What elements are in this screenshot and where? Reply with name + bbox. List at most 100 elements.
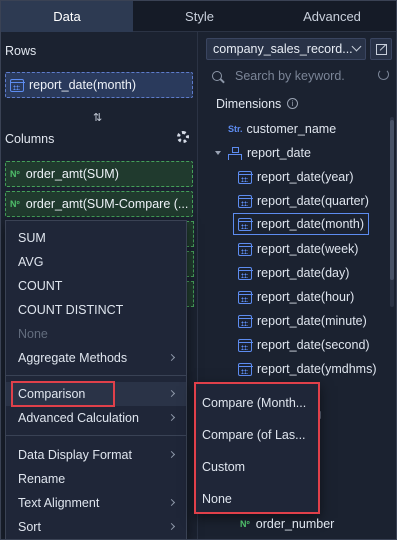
gear-icon[interactable]: [177, 131, 189, 143]
date-field-year[interactable]: report_date(year): [237, 167, 354, 187]
scrollbar-thumb[interactable]: [390, 120, 394, 280]
submenu-item-none[interactable]: None: [196, 484, 318, 514]
refresh-icon[interactable]: [378, 69, 389, 80]
menu-item-label: Text Alignment: [18, 496, 100, 510]
menu-item-aggregate-methods[interactable]: Aggregate Methods: [6, 346, 186, 370]
chevron-right-icon: [167, 450, 176, 459]
chevron-right-icon: [167, 498, 176, 507]
menu-item-sort[interactable]: Sort: [6, 515, 186, 539]
measure-field-order-number[interactable]: Nº order_number: [240, 515, 334, 533]
field-label: report_date(minute): [257, 314, 367, 328]
calendar-icon: [237, 194, 253, 208]
aggregation-menu: SUM AVG COUNT COUNT DISTINCT None Aggreg…: [5, 220, 187, 539]
calendar-icon: [237, 266, 253, 280]
tab-style[interactable]: Style: [133, 1, 266, 32]
chevron-right-icon: [167, 389, 176, 398]
menu-divider: [6, 435, 186, 436]
column-field-label: order_amt(SUM-Compare (...: [25, 197, 189, 211]
menu-item-advanced-calculation[interactable]: Advanced Calculation: [6, 406, 186, 430]
info-icon[interactable]: i: [287, 98, 298, 109]
swap-axes-icon[interactable]: ⇅: [93, 111, 102, 124]
calendar-icon: [237, 217, 253, 231]
row-field-chip[interactable]: report_date(month): [5, 72, 193, 98]
field-search: [206, 66, 391, 86]
date-field-minute[interactable]: report_date(minute): [237, 311, 367, 331]
chevron-right-icon: [167, 522, 176, 531]
column-field-chip-edge: [186, 251, 194, 277]
column-field-chip-2[interactable]: Nº order_amt(SUM-Compare (...: [5, 191, 193, 217]
caret-down-icon[interactable]: [215, 151, 221, 155]
measure-number-icon: Nº: [10, 199, 20, 209]
menu-item-label: Data Display Format: [18, 448, 132, 462]
column-field-chip-1[interactable]: Nº order_amt(SUM): [5, 161, 193, 187]
field-label: report_date(week): [257, 242, 359, 256]
calendar-icon: [237, 362, 253, 376]
date-field-ymdhms[interactable]: report_date(ymdhms): [237, 359, 377, 379]
tab-advanced[interactable]: Advanced: [266, 1, 396, 32]
string-type-icon: Str.: [228, 124, 243, 134]
measure-number-icon: Nº: [240, 519, 250, 529]
rows-title: Rows: [5, 44, 37, 58]
field-label: report_date(day): [257, 266, 350, 280]
dimension-field-customer-name[interactable]: Str. customer_name: [228, 119, 336, 139]
tab-bar: Data Style Advanced: [1, 1, 396, 32]
dimensions-title: Dimensions: [216, 97, 282, 111]
dimension-group-report-date[interactable]: report_date: [215, 143, 311, 163]
comparison-highlight-box: [11, 381, 115, 407]
submenu-item-custom[interactable]: Custom: [196, 452, 318, 482]
field-label: report_date(year): [257, 170, 354, 184]
field-label: report_date: [247, 146, 311, 160]
menu-item-sum[interactable]: SUM: [6, 226, 186, 250]
calendar-icon: [237, 242, 253, 256]
date-field-week[interactable]: report_date(week): [237, 239, 359, 259]
column-field-chip-edge: [186, 281, 194, 307]
menu-item-text-alignment[interactable]: Text Alignment: [6, 491, 186, 515]
calendar-icon: [237, 290, 253, 304]
menu-divider: [6, 375, 186, 376]
menu-item-rename[interactable]: Rename: [6, 467, 186, 491]
menu-item-label: Sort: [18, 520, 41, 534]
search-icon: [212, 71, 222, 81]
field-label: report_date(quarter): [257, 194, 369, 208]
column-field-label: order_amt(SUM): [25, 167, 119, 181]
date-field-quarter[interactable]: report_date(quarter): [237, 191, 369, 211]
date-field-second[interactable]: report_date(second): [237, 335, 370, 355]
calendar-icon: [237, 314, 253, 328]
dataset-select[interactable]: company_sales_record...: [206, 38, 366, 60]
date-field-hour[interactable]: report_date(hour): [237, 287, 355, 307]
columns-title: Columns: [5, 132, 55, 146]
chevron-right-icon: [167, 413, 176, 422]
dataset-name: company_sales_record...: [213, 42, 353, 56]
hierarchy-icon: [228, 146, 242, 160]
field-label: report_date(hour): [257, 290, 355, 304]
field-label: order_number: [255, 517, 335, 531]
chart-config-panel: Data Style Advanced Rows report_date(mon…: [0, 0, 397, 540]
tab-data[interactable]: Data: [1, 1, 133, 32]
edit-dataset-button[interactable]: [370, 38, 392, 60]
chevron-down-icon: [351, 41, 362, 52]
field-label: report_date(month): [257, 217, 365, 231]
menu-item-data-display-format[interactable]: Data Display Format: [6, 443, 186, 467]
field-label: customer_name: [246, 122, 337, 136]
menu-item-count[interactable]: COUNT: [6, 274, 186, 298]
menu-item-label: Aggregate Methods: [18, 351, 128, 365]
menu-item-count-distinct[interactable]: COUNT DISTINCT: [6, 298, 186, 322]
submenu-item-compare-month[interactable]: Compare (Month...: [196, 388, 318, 418]
calendar-icon: [237, 338, 253, 352]
search-input[interactable]: [235, 69, 375, 83]
row-field-label: report_date(month): [29, 78, 137, 92]
menu-item-none: None: [18, 327, 48, 341]
field-label: report_date(second): [257, 338, 370, 352]
comparison-submenu: Compare (Month... Compare (of Las... Cus…: [194, 382, 320, 514]
date-field-day[interactable]: report_date(day): [237, 263, 350, 283]
field-label: report_date(ymdhms): [257, 362, 377, 376]
column-field-chip-edge: [186, 221, 194, 247]
submenu-item-compare-last[interactable]: Compare (of Las...: [196, 420, 318, 450]
measure-number-icon: Nº: [10, 169, 20, 179]
chevron-right-icon: [167, 353, 176, 362]
calendar-icon: [237, 170, 253, 184]
calendar-icon: [9, 78, 25, 92]
date-field-month[interactable]: report_date(month): [233, 213, 370, 235]
menu-item-avg[interactable]: AVG: [6, 250, 186, 274]
menu-item-label: Advanced Calculation: [18, 411, 139, 425]
